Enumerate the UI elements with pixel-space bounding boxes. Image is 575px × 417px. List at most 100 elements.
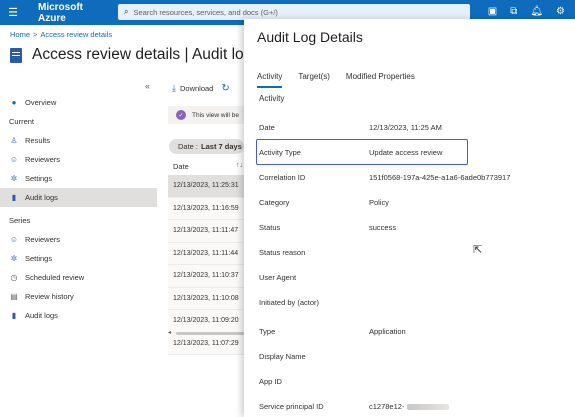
redacted-value: [407, 403, 450, 410]
nav-overview-label: Overview: [25, 98, 57, 107]
nav-audit-logs[interactable]: ▮ Audit logs: [0, 188, 157, 207]
filter-value: Last 7 days: [201, 142, 242, 151]
table-row[interactable]: 12/13/2023, 11:11:47: [168, 220, 244, 243]
section-heading: Activity: [259, 94, 285, 103]
settings-icon: ✲: [10, 174, 18, 183]
field-service-principal-id: Service principal ID c1278e12-: [259, 399, 559, 413]
audit-log-details-panel: Audit Log Details Activity Target(s) Mod…: [244, 19, 575, 417]
field-status-reason: Status reason: [259, 245, 559, 259]
field-label: Service principal ID: [259, 401, 324, 411]
nav-review-history[interactable]: ▤ Review history: [0, 287, 157, 306]
tab-modified-properties[interactable]: Modified Properties: [346, 72, 415, 88]
nav-series-reviewers[interactable]: ☺ Reviewers: [0, 230, 157, 249]
nav-scheduled-review-label: Scheduled review: [25, 273, 85, 282]
field-label: Status reason: [259, 247, 306, 257]
field-label: Category: [259, 197, 290, 207]
page-title: Access review details | Audit logs: [32, 46, 261, 63]
nav-settings-label: Settings: [25, 174, 53, 183]
field-category: Category Policy: [259, 195, 559, 209]
mouse-cursor-icon: ⇱: [473, 244, 483, 256]
download-button[interactable]: ⤓ Download: [172, 83, 213, 94]
download-label: Download: [179, 84, 214, 93]
check-icon: ✓: [176, 110, 186, 120]
table-row[interactable]: 12/13/2023, 11:25:31: [168, 175, 244, 198]
nav-series-settings[interactable]: ✲ Settings: [0, 249, 157, 268]
tab-targets[interactable]: Target(s): [298, 72, 330, 88]
audit-log-icon: ▮: [11, 311, 17, 320]
nav-settings[interactable]: ✲ Settings: [0, 169, 157, 188]
nav-reviewers-label: Reviewers: [25, 155, 61, 164]
field-status: Status success: [259, 220, 559, 234]
cloud-shell-icon[interactable]: ▣: [488, 6, 497, 17]
panel-tabs: Activity Target(s) Modified Properties: [257, 72, 415, 88]
people-icon: ☺: [9, 235, 19, 244]
nav-audit-logs-label: Audit logs: [25, 193, 58, 202]
nav-overview[interactable]: ● Overview: [0, 93, 157, 112]
refresh-icon[interactable]: ↻: [221, 83, 229, 94]
sort-icon[interactable]: ↑↓: [236, 162, 243, 169]
field-value: 151f0568-197a-425e-a1a6-6ade0b773917: [369, 172, 511, 182]
tab-activity[interactable]: Activity: [257, 72, 283, 88]
left-nav: ● Overview Current ♙ Results ☺ Reviewers…: [0, 78, 157, 325]
nav-series-audit-logs-label: Audit logs: [25, 311, 58, 320]
table-row[interactable]: 12/13/2023, 11:10:37: [168, 265, 244, 288]
nav-results-label: Results: [25, 136, 51, 145]
blade-header: Access review details | Audit logs: [10, 46, 260, 64]
breadcrumb-current[interactable]: Access review details: [40, 30, 112, 39]
field-date: Date 12/13/2023, 11:25 AM: [259, 120, 559, 134]
top-icons: ▣ ⧉ 🔔︎ ⚙: [488, 6, 565, 17]
scrollbar-thumb[interactable]: [176, 332, 244, 335]
panel-title: Audit Log Details: [257, 29, 363, 45]
search-input[interactable]: ⌕ Search resources, services, and docs (…: [118, 4, 470, 20]
field-label: Date: [259, 122, 275, 132]
field-value: c1278e12-: [369, 401, 405, 411]
nav-reviewers[interactable]: ☺ Reviewers: [0, 150, 157, 169]
clock-icon: ◷: [10, 273, 18, 282]
field-initiated-by: Initiated by (actor): [259, 295, 559, 309]
access-review-icon: [10, 47, 22, 63]
field-value: success: [369, 222, 397, 232]
nav-section-series: Series: [9, 216, 31, 225]
brand-title[interactable]: Microsoft Azure: [26, 2, 110, 24]
date-filter-chip[interactable]: Date : Last 7 days: [169, 139, 244, 154]
table-row[interactable]: 12/13/2023, 11:16:59: [168, 197, 244, 220]
field-label: User Agent: [259, 272, 297, 282]
field-value: 12/13/2023, 11:25 AM: [369, 122, 442, 132]
field-label: Initiated by (actor): [259, 297, 320, 307]
field-type: Type Application: [259, 324, 559, 338]
nav-scheduled-review[interactable]: ◷ Scheduled review: [0, 268, 157, 287]
directory-icon[interactable]: ⧉: [510, 6, 517, 17]
nav-series-audit-logs[interactable]: ▮ Audit logs: [0, 306, 157, 325]
breadcrumb: Home > Access review details: [10, 30, 113, 39]
history-icon: ▤: [10, 292, 18, 301]
menu-icon[interactable]: ☰: [0, 6, 26, 19]
column-header-date[interactable]: Date: [173, 162, 189, 171]
field-value: Application: [369, 326, 406, 336]
search-icon: ⌕: [124, 7, 129, 16]
field-label: Correlation ID: [259, 172, 306, 182]
nav-review-history-label: Review history: [25, 292, 74, 301]
activity-type-highlight: [256, 139, 468, 165]
horizontal-scrollbar[interactable]: ◂: [168, 330, 244, 336]
nav-series-settings-label: Settings: [25, 254, 53, 263]
field-correlation-id: Correlation ID 151f0568-197a-425e-a1a6-6a…: [259, 170, 559, 184]
breadcrumb-home[interactable]: Home: [10, 30, 30, 39]
field-display-name: Display Name: [259, 349, 559, 363]
audit-log-table: 12/13/2023, 11:25:31 12/13/2023, 11:16:5…: [168, 175, 244, 355]
search-placeholder: Search resources, services, and docs (G+…: [133, 7, 278, 17]
nav-results[interactable]: ♙ Results: [0, 131, 157, 150]
settings-gear-icon[interactable]: ⚙: [556, 6, 565, 17]
field-app-id: App ID: [259, 374, 559, 388]
info-text: This view will be: [192, 111, 239, 119]
table-row[interactable]: 12/13/2023, 11:11:44: [168, 242, 244, 265]
audit-log-icon: ▮: [11, 193, 17, 202]
info-banner: ✓ This view will be: [168, 106, 244, 124]
notifications-icon[interactable]: 🔔︎: [530, 6, 543, 17]
scroll-left-icon[interactable]: ◂: [168, 329, 171, 336]
settings-icon: ✲: [10, 254, 18, 263]
nav-series-reviewers-label: Reviewers: [25, 235, 61, 244]
person-icon: ♙: [10, 136, 18, 145]
table-row[interactable]: 12/13/2023, 11:10:08: [168, 287, 244, 310]
list-toolbar: ⤓ Download ↻: [172, 83, 230, 94]
info-icon: ●: [11, 98, 17, 107]
